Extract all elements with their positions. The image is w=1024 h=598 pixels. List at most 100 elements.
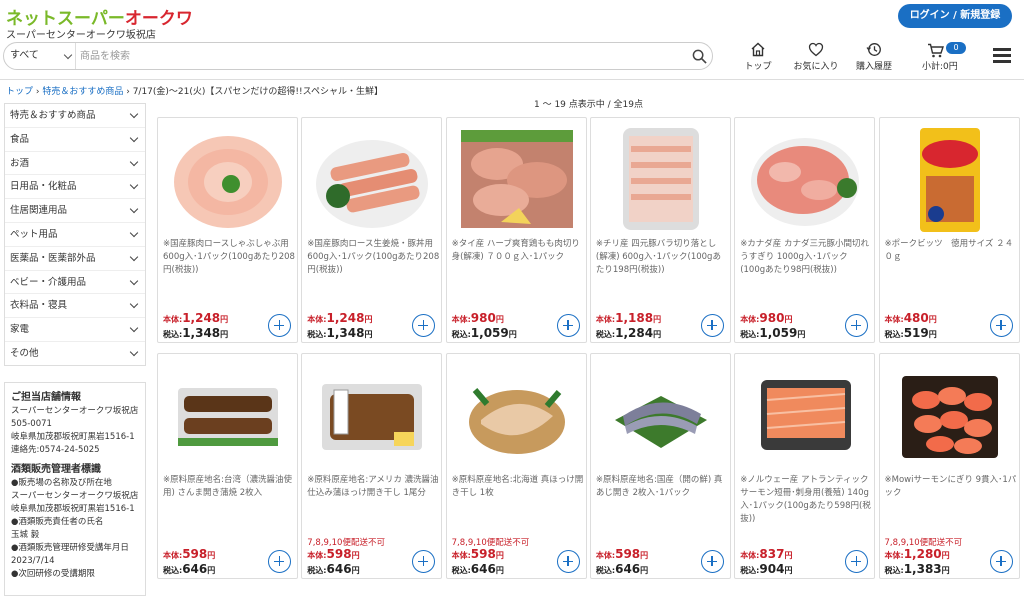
cart-subtotal: 小計:0円: [922, 62, 958, 72]
sidebar-category-item[interactable]: 医薬品・医薬部外品: [5, 247, 145, 271]
product-card[interactable]: ※原料原産地名:北海道 真ほっけ開き干し 1枚 7,8,9,10便配送不可 本体:5…: [445, 353, 587, 579]
sidebar-category-item[interactable]: 衣料品・寝具: [5, 294, 145, 319]
product-card[interactable]: ※原料原産地名:国産（開の鮮) 真あじ開き 2枚入･1パック 本体:598円 税込:…: [589, 353, 731, 579]
add-to-cart-plus-icon[interactable]: [268, 550, 291, 573]
chevron-down-icon: [129, 133, 139, 143]
sidebar-category-label: 住居関連用品: [10, 205, 68, 217]
add-to-cart-plus-icon[interactable]: [989, 314, 1013, 337]
sidebar-category-item[interactable]: 特売＆おすすめ商品: [5, 104, 145, 128]
breadcrumb-top[interactable]: トップ: [6, 87, 33, 97]
liquor-label-title: 酒類販売管理者標識: [11, 464, 101, 475]
sidebar-category-item[interactable]: 家電: [5, 318, 145, 342]
add-to-cart-plus-icon[interactable]: [412, 550, 436, 573]
base-price: 本体:1,248円: [163, 311, 229, 325]
product-name[interactable]: ※原料原産地名:国産（開の鮮) 真あじ開き 2枚入･1パック: [596, 474, 728, 500]
chevron-down-icon: [129, 228, 139, 238]
product-name[interactable]: ※原料原産地名:アメリカ 濃洗醤油仕込み蒲ほっけ開き干し 1尾分: [307, 474, 439, 500]
chevron-down-icon: [129, 323, 139, 333]
base-price: 本体:1,188円: [595, 311, 662, 325]
add-to-cart-plus-icon[interactable]: [845, 550, 869, 573]
nav-favorites[interactable]: お気に入り: [786, 42, 846, 74]
store-info-line: 2023/7/14: [11, 556, 55, 566]
product-name[interactable]: ※ノルウェー産 アトランティックサーモン短冊･刺身用(養殖) 140g入･1パッ…: [740, 474, 872, 526]
product-name[interactable]: ※ポークビッツ 徳用サイズ ２４０ｇ: [885, 238, 1017, 264]
add-to-cart-plus-icon[interactable]: [556, 314, 580, 337]
sidebar-category-label: 日用品・化粧品: [10, 181, 77, 193]
sidebar-category-item[interactable]: お酒: [5, 152, 145, 176]
breadcrumb-parent[interactable]: 特売＆おすすめ商品: [42, 87, 123, 97]
base-price: 本体:598円: [307, 547, 360, 561]
product-image[interactable]: [601, 124, 721, 234]
product-name[interactable]: ※Mowiサーモンにぎり 9貫入･1パック: [885, 474, 1017, 500]
nav-history[interactable]: 購入履歴: [844, 42, 904, 74]
tax-price: 税込:646円: [307, 562, 360, 576]
product-image[interactable]: [312, 124, 432, 234]
add-to-cart-plus-icon[interactable]: [700, 550, 724, 573]
product-name[interactable]: ※国産豚肉ロース生姜焼・豚丼用 600g入･1パック(100gあたり208円(税…: [307, 238, 439, 277]
product-card[interactable]: ※原料原産地名:アメリカ 濃洗醤油仕込み蒲ほっけ開き干し 1尾分 7,8,9,10…: [301, 353, 443, 579]
base-price: 本体:1,248円: [307, 311, 373, 325]
search-input[interactable]: [80, 46, 680, 66]
sidebar-category-item[interactable]: ペット用品: [5, 223, 145, 247]
product-image[interactable]: [168, 360, 288, 470]
store-name: スーパーセンターオークワ坂祝店: [6, 30, 156, 41]
store-info-panel: ご担当店舗情報 スーパーセンターオークワ坂祝店 505-0071 岐阜県加茂郡坂祝町…: [4, 382, 146, 596]
product-image[interactable]: [890, 124, 1010, 234]
product-name[interactable]: ※チリ産 四元豚バラ切り落とし(解凍) 600g入･1パック(100gあたり19…: [596, 238, 728, 277]
product-name[interactable]: ※原料原産地名:台湾（濃洗醤油使用) さんま開き蒲焼 2枚入: [163, 474, 295, 500]
search-icon[interactable]: [692, 49, 707, 64]
sidebar-category-label: 衣料品・寝具: [10, 300, 68, 312]
sidebar-category-item[interactable]: ベビー・介護用品: [5, 271, 145, 295]
sidebar-category-label: 特売＆おすすめ商品: [10, 110, 96, 121]
product-image[interactable]: [457, 360, 577, 470]
nav-top[interactable]: トップ: [728, 42, 788, 74]
tax-price: 税込:646円: [451, 562, 504, 576]
product-name[interactable]: ※国産豚肉ロースしゃぶしゃぶ用 600g入･1パック(100gあたり208円(税…: [163, 238, 295, 277]
product-name[interactable]: ※カナダ産 カナダ三元豚小間切れうすぎり 1000g入･1パック(100gあたり…: [740, 238, 872, 277]
product-card[interactable]: ※カナダ産 カナダ三元豚小間切れうすぎり 1000g入･1パック(100gあたり…: [734, 117, 876, 343]
add-to-cart-plus-icon[interactable]: [412, 314, 436, 337]
sidebar-category-label: 家電: [10, 324, 30, 336]
sidebar-category-item[interactable]: 住居関連用品: [5, 199, 145, 223]
product-card[interactable]: ※原料原産地名:台湾（濃洗醤油使用) さんま開き蒲焼 2枚入 本体:598円 税込:…: [157, 353, 298, 579]
category-sidebar: 特売＆おすすめ商品 食品お酒日用品・化粧品 住居関連用品 ペット用品医薬品・医薬部外品…: [4, 103, 146, 366]
product-card[interactable]: ※ノルウェー産 アトランティックサーモン短冊･刺身用(養殖) 140g入･1パッ…: [734, 353, 876, 579]
heart-icon: [808, 42, 824, 57]
tax-price: 税込:1,348円: [307, 326, 373, 340]
add-to-cart-plus-icon[interactable]: [268, 314, 291, 337]
add-to-cart-plus-icon[interactable]: [700, 314, 724, 337]
product-card[interactable]: ※国産豚肉ロース生姜焼・豚丼用 600g入･1パック(100gあたり208円(税…: [301, 117, 443, 343]
add-to-cart-plus-icon[interactable]: [845, 314, 869, 337]
sidebar-category-label: その他: [10, 347, 39, 359]
login-button[interactable]: ログイン / 新規登録: [898, 4, 1012, 28]
product-image[interactable]: [601, 360, 721, 470]
sidebar-category-item[interactable]: その他: [5, 342, 145, 366]
product-name[interactable]: ※タイ産 ハーブ爽育鶏もも肉切り身(解凍) ７００ｇ入･1パック: [452, 238, 584, 264]
sidebar-category-label: 食品: [10, 133, 30, 145]
product-card[interactable]: ※チリ産 四元豚バラ切り落とし(解凍) 600g入･1パック(100gあたり19…: [589, 117, 731, 343]
product-image[interactable]: [745, 124, 865, 234]
cart-icon[interactable]: [927, 43, 945, 58]
base-price: 本体:598円: [451, 547, 504, 561]
product-image[interactable]: [745, 360, 865, 470]
product-card[interactable]: ※タイ産 ハーブ爽育鶏もも肉切り身(解凍) ７００ｇ入･1パック 本体:980円税…: [445, 117, 587, 343]
hamburger-menu-icon[interactable]: [993, 48, 1011, 64]
product-card[interactable]: ※ポークビッツ 徳用サイズ ２４０ｇ 本体:480円 税込:519円: [878, 117, 1020, 343]
product-image[interactable]: [312, 360, 432, 470]
store-info-line: ●酒類販売責任者の氏名: [11, 517, 104, 527]
add-to-cart-plus-icon[interactable]: [989, 550, 1013, 573]
product-image[interactable]: [890, 360, 1010, 470]
sidebar-category-label: ペット用品: [10, 228, 58, 240]
product-name[interactable]: ※原料原産地名:北海道 真ほっけ開き干し 1枚: [452, 474, 584, 500]
store-info-line: スーパーセンターオークワ坂祝店: [11, 491, 139, 501]
sidebar-category-item[interactable]: 日用品・化粧品: [5, 175, 145, 200]
product-image[interactable]: [168, 124, 288, 234]
product-card[interactable]: ※Mowiサーモンにぎり 9貫入･1パック 7,8,9,10便配送不可 本体:1,2…: [878, 353, 1020, 579]
tax-price: 税込:1,348円: [163, 326, 229, 340]
sidebar-category-item[interactable]: 食品: [5, 128, 145, 152]
product-image[interactable]: [457, 124, 577, 234]
sidebar-category-label: お酒: [10, 157, 30, 169]
add-to-cart-plus-icon[interactable]: [556, 550, 580, 573]
breadcrumb-current: 7/17(金)〜21(火)【スパセンだけの超得!!スペシャル・生鮮】: [132, 87, 383, 97]
product-card[interactable]: ※国産豚肉ロースしゃぶしゃぶ用 600g入･1パック(100gあたり208円(税…: [157, 117, 298, 343]
